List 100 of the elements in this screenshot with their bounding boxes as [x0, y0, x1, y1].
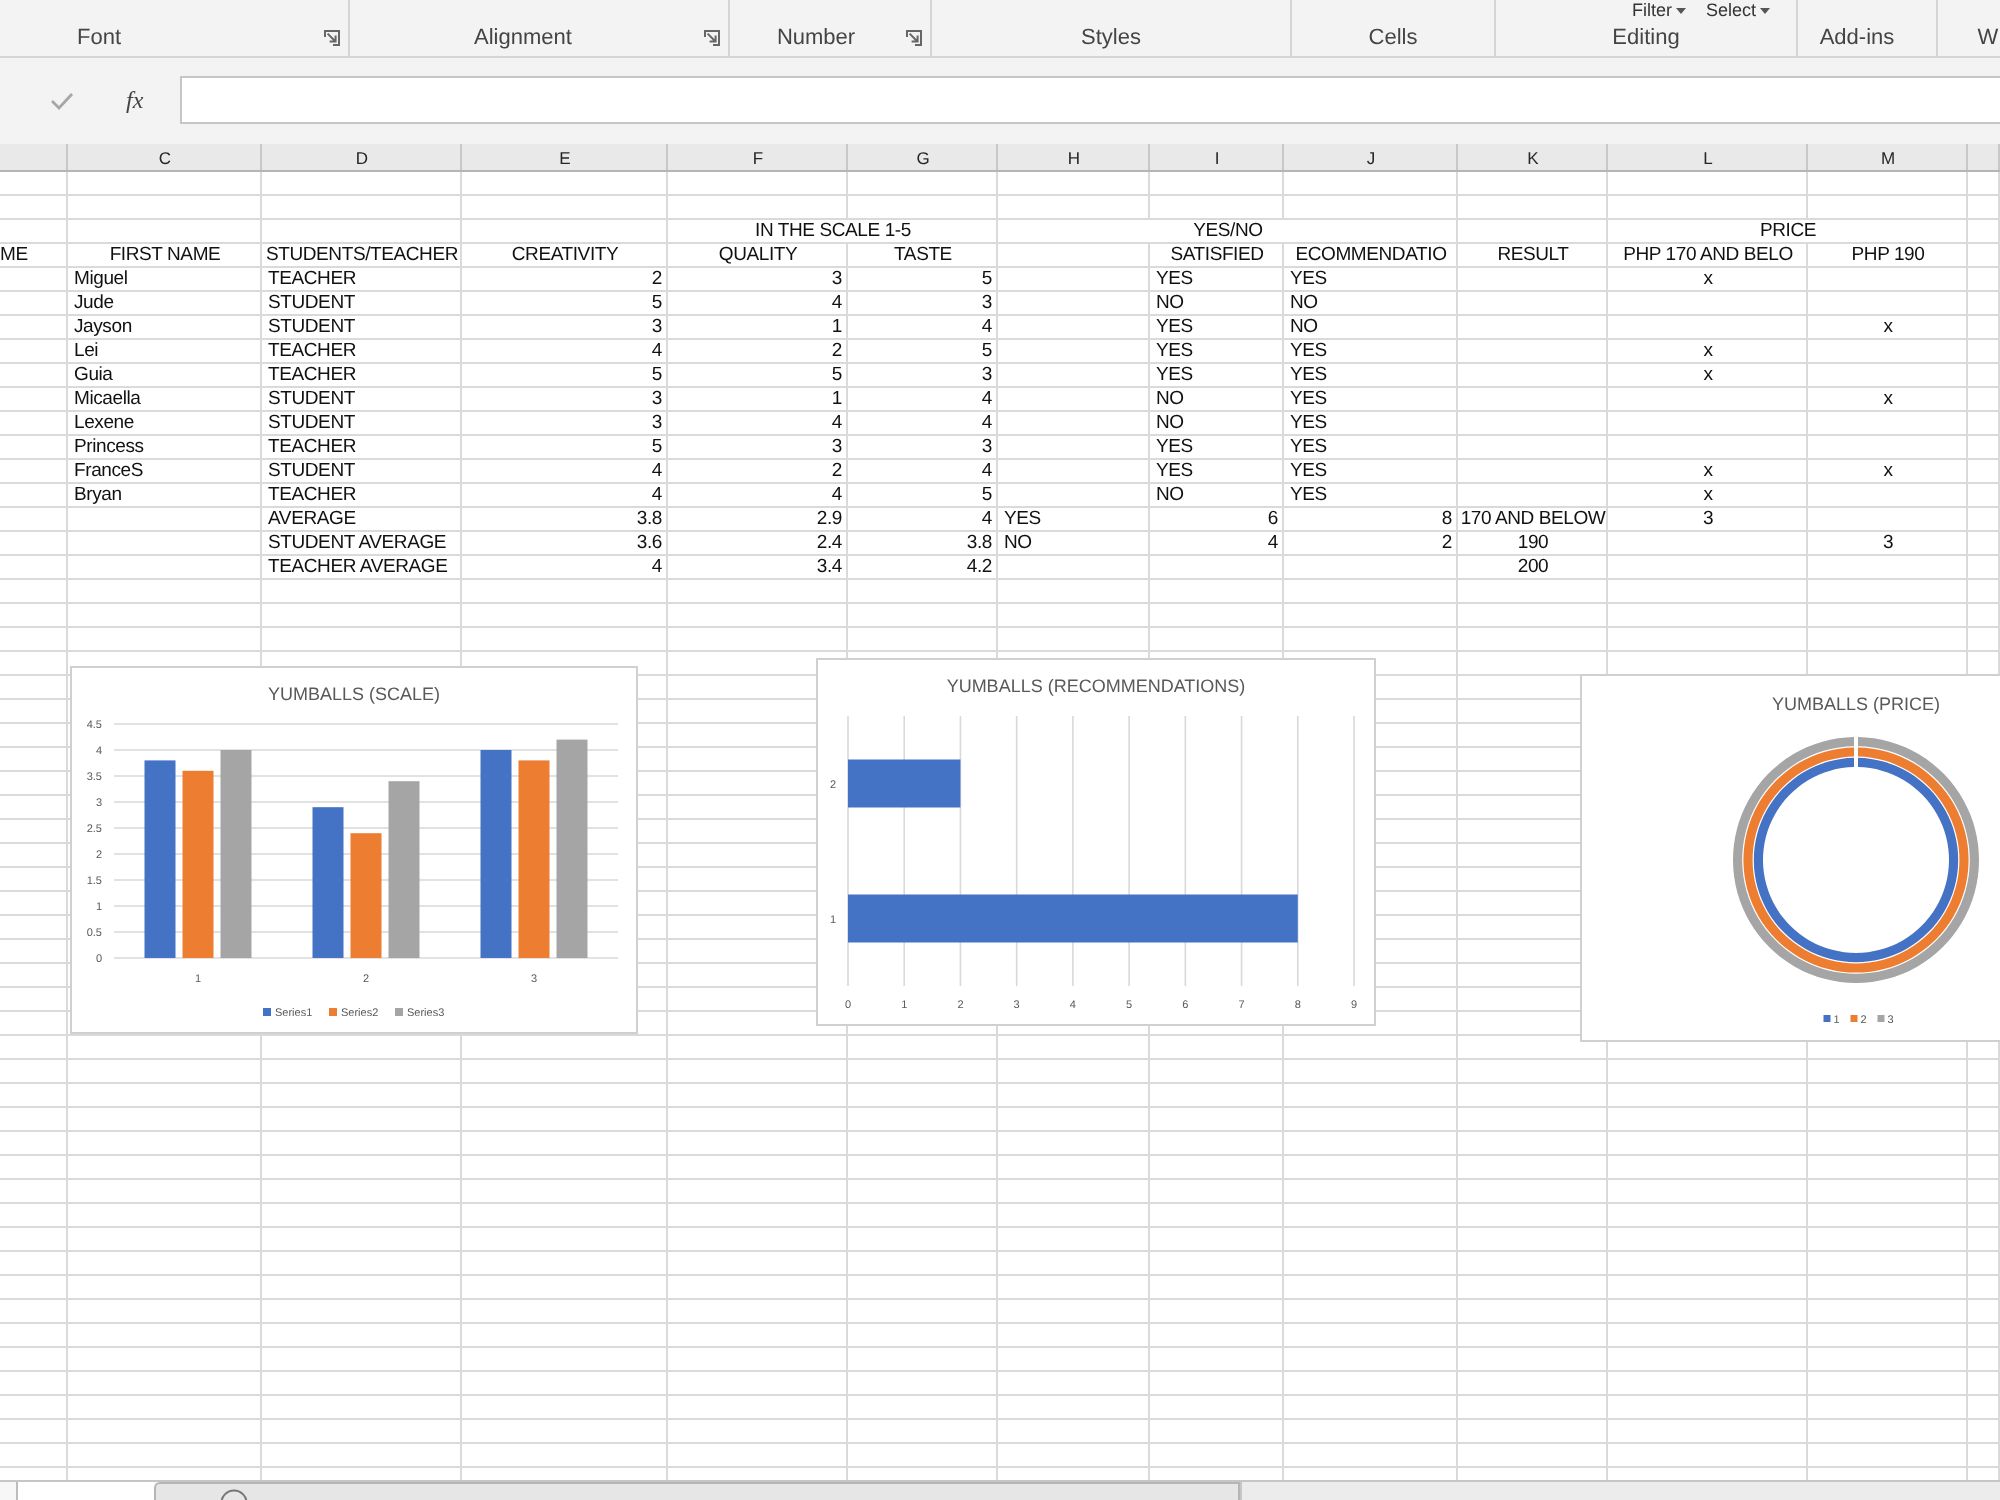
column-header[interactable]: D: [262, 144, 462, 170]
caret-icon: [1675, 7, 1686, 13]
table-cell-text: NO: [1288, 292, 1320, 316]
table-cell-text: 4: [979, 460, 994, 484]
table-cell-text: 3.8: [634, 508, 664, 532]
table-cell-text: Jude: [72, 292, 116, 316]
column-heading: ECOMMENDATIO: [1293, 244, 1449, 268]
table-cell-text: NO: [1288, 316, 1320, 340]
table-cell-text: x: [1701, 268, 1715, 292]
table-cell-text: YES: [1288, 484, 1329, 508]
table-cell-text: TEACHER AVERAGE: [266, 556, 450, 580]
table-cell-text: NO: [1154, 292, 1186, 316]
table-cell-text: x: [1881, 388, 1895, 412]
table-cell-text: 3: [829, 436, 844, 460]
check-icon[interactable]: [50, 91, 74, 109]
table-cell-text: 4: [829, 412, 844, 436]
table-cell-text: x: [1701, 460, 1715, 484]
column-header[interactable]: K: [1458, 144, 1608, 170]
table-cell-text: x: [1701, 364, 1715, 388]
table-cell-text: YES: [1154, 460, 1195, 484]
table-cell-text: NO: [1002, 532, 1034, 556]
column-header[interactable]: H: [998, 144, 1150, 170]
formula-input[interactable]: [180, 76, 2000, 124]
table-cell-text: 4: [979, 316, 994, 340]
table-cell-text: 3.6: [634, 532, 664, 556]
table-cell-text: YES: [1288, 436, 1329, 460]
column-header[interactable]: G: [848, 144, 998, 170]
table-cell-text: YES: [1154, 340, 1195, 364]
table-cell-text: 2.4: [814, 532, 844, 556]
table-cell-text: AVERAGE: [266, 508, 358, 532]
table-cell-text: Micaella: [72, 388, 143, 412]
table-cell-text: x: [1881, 316, 1895, 340]
group-label: Number: [776, 24, 856, 52]
table-cell-text: TEACHER: [266, 484, 358, 508]
table-cell-text: FranceS: [72, 460, 146, 484]
chart-title: YUMBALLS (PRICE): [1771, 694, 1941, 714]
column-heading: SATISFIED: [1168, 244, 1266, 268]
table-cell-text: 4: [649, 340, 664, 364]
table-cell-text: 5: [649, 364, 664, 388]
column-header[interactable]: J: [1284, 144, 1458, 170]
table-cell-text: 3.4: [814, 556, 844, 580]
table-cell-text: 4: [979, 388, 994, 412]
table-cell-text: YES: [1288, 364, 1329, 388]
table-cell-text: 5: [829, 364, 844, 388]
table-cell-text: Lei: [72, 340, 101, 364]
table-cell-text: STUDENT: [266, 412, 357, 436]
column-header[interactable]: M: [1808, 144, 1968, 170]
table-cell-text: 3.8: [964, 532, 994, 556]
column-header[interactable]: I: [1150, 144, 1284, 170]
table-cell-text: 8: [1439, 508, 1454, 532]
table-cell-text: 4: [649, 556, 664, 580]
chart-title: YUMBALLS (SCALE): [267, 684, 441, 704]
table-cell-text: 4: [829, 292, 844, 316]
table-cell-text: Guia: [72, 364, 115, 388]
ribbon-button[interactable]: Filter: [1629, 0, 1688, 20]
table-cell-text: 3: [649, 316, 664, 340]
table-cell-text: 190: [1515, 532, 1551, 556]
table-cell-text: 2: [649, 268, 664, 292]
group-label: Font: [76, 24, 121, 52]
column-heading: CREATIVITY: [509, 244, 621, 268]
table-cell-text: 2: [829, 460, 844, 484]
table-cell-text: Princess: [72, 436, 146, 460]
dialog-launcher-icon[interactable]: [704, 30, 720, 46]
caret-icon: [1760, 7, 1770, 13]
table-cell-text: YES: [1002, 508, 1043, 532]
ribbon-button[interactable]: Select: [1703, 0, 1772, 20]
column-heading: PHP 170 AND BELO: [1621, 244, 1795, 268]
group-label: Cells: [1368, 24, 1418, 52]
column-heading: QUALITY: [716, 244, 800, 268]
table-cell-text: 3: [979, 436, 994, 460]
table-cell-text: STUDENT: [266, 460, 357, 484]
column-header[interactable]: E: [462, 144, 668, 170]
column-heading: TASTE: [892, 244, 954, 268]
table-cell-text: NO: [1154, 412, 1186, 436]
table-cell-text: x: [1701, 484, 1715, 508]
column-header[interactable]: C: [68, 144, 262, 170]
table-cell-text: x: [1881, 460, 1895, 484]
function-button[interactable]: fx: [124, 87, 146, 113]
table-cell-text: STUDENT: [266, 292, 357, 316]
column-header[interactable]: L: [1608, 144, 1808, 170]
group-label: Styles: [1081, 24, 1141, 52]
dialog-launcher-icon[interactable]: [324, 30, 340, 46]
table-cell-text: 5: [649, 436, 664, 460]
table-cell-text: Bryan: [72, 484, 124, 508]
group-label: W: [1977, 24, 1999, 52]
table-cell-text: 200: [1515, 556, 1551, 580]
table-cell-text: 5: [649, 292, 664, 316]
table-cell-text: 3: [649, 388, 664, 412]
table-cell-text: 2: [829, 340, 844, 364]
column-header[interactable]: F: [668, 144, 848, 170]
horizontal-scrollbar[interactable]: [1240, 1482, 2000, 1500]
group-label: Alignment: [474, 24, 572, 52]
table-cell-text: 4: [1265, 532, 1280, 556]
group-label: Add-ins: [1819, 24, 1895, 52]
table-cell-text: 3: [1700, 508, 1716, 532]
dialog-launcher-icon[interactable]: [906, 30, 922, 46]
group-label: Editing: [1612, 24, 1680, 52]
table-cell-text: Jayson: [72, 316, 134, 340]
table-cell-text: 3: [979, 364, 994, 388]
table-cell-text: NO: [1154, 388, 1186, 412]
